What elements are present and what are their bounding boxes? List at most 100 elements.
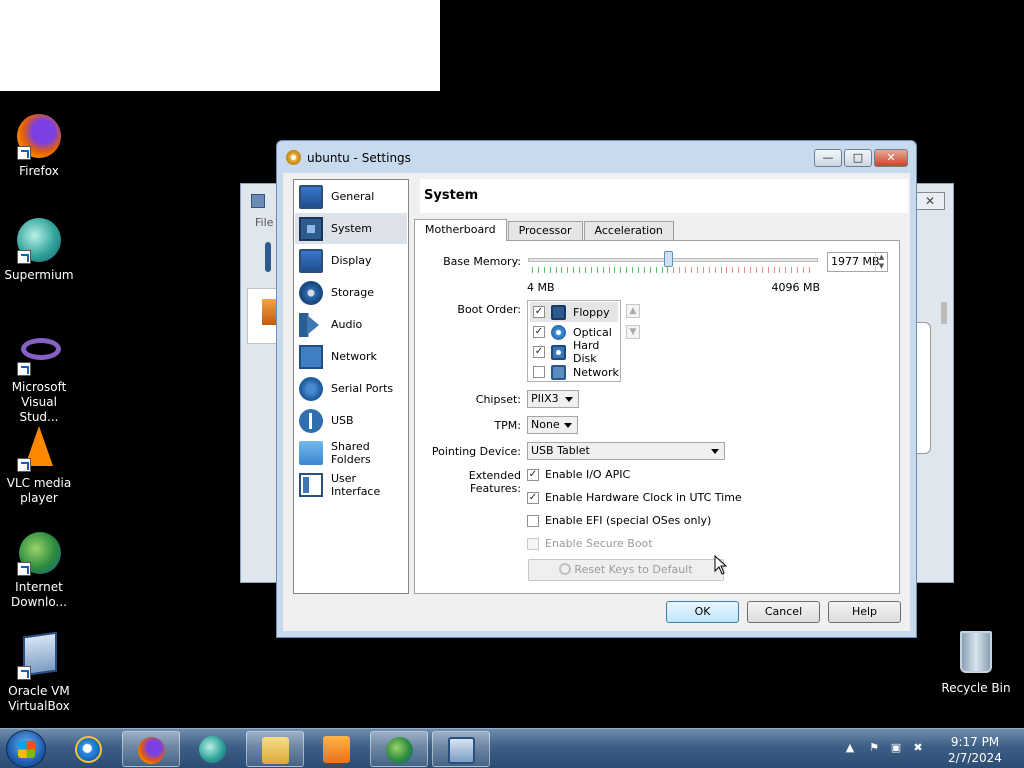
checkbox-label: Enable Hardware Clock in UTC Time: [545, 491, 742, 504]
memory-value: 1977 MB: [831, 255, 880, 268]
boot-checkbox-optical[interactable]: ✓: [533, 326, 545, 338]
settings-dialog[interactable]: ubuntu - Settings — □ ✕ General System D…: [276, 140, 917, 638]
vlc-cone-icon: [15, 424, 63, 472]
clock[interactable]: 9:17 PM 2/7/2024: [940, 734, 1010, 766]
taskbar-item-media-player[interactable]: [308, 731, 366, 767]
taskbar-item-internet-explorer[interactable]: [60, 731, 118, 767]
checkbox-box: [527, 537, 539, 550]
hard-disk-icon: [551, 344, 566, 360]
boot-checkbox-network[interactable]: [533, 366, 545, 378]
memory-slider-thumb[interactable]: [663, 251, 673, 267]
floppy-icon: [551, 304, 566, 320]
sidebar-item-label: System: [331, 222, 373, 235]
checkbox-box[interactable]: ✓: [527, 491, 539, 504]
sidebar-item-audio[interactable]: Audio: [295, 309, 407, 340]
volume-muted-icon[interactable]: ✖: [910, 741, 926, 757]
mouse-cursor-icon: [714, 554, 728, 575]
taskbar-item-virtualbox[interactable]: [432, 731, 490, 767]
tpm-select[interactable]: None: [527, 416, 578, 434]
settings-sidebar: General System Display Storage Audio Net…: [293, 179, 409, 594]
sidebar-item-user-interface[interactable]: User Interface: [295, 469, 407, 500]
reset-keys-label: Reset Keys to Default: [574, 563, 693, 576]
settings-gear-icon: [286, 150, 301, 165]
sidebar-item-shared-folders[interactable]: Shared Folders: [295, 437, 407, 468]
internet-download-manager-icon: [386, 737, 413, 764]
boot-checkbox-hard-disk[interactable]: ✓: [533, 346, 545, 358]
optical-disc-icon: [551, 324, 566, 340]
desktop-icon-internet-download-manager[interactable]: Internet Downlo...: [0, 528, 78, 610]
title-bar[interactable]: ubuntu - Settings — □ ✕: [277, 141, 916, 175]
scrollbar[interactable]: [941, 302, 947, 324]
ok-button[interactable]: OK: [666, 601, 739, 623]
show-hidden-icons-icon[interactable]: ▲: [842, 741, 858, 757]
internet-explorer-icon: [75, 736, 102, 763]
desktop-icon-visual-studio[interactable]: Microsoft Visual Stud...: [0, 328, 78, 425]
speaker-icon: [299, 312, 323, 337]
boot-item-network[interactable]: Network: [530, 362, 619, 382]
utc-clock-checkbox[interactable]: ✓ Enable Hardware Clock in UTC Time: [527, 491, 742, 504]
close-button[interactable]: ✕: [874, 149, 908, 167]
efi-checkbox[interactable]: Enable EFI (special OSes only): [527, 514, 711, 527]
taskbar-item-internet-download-manager[interactable]: [370, 731, 428, 767]
boot-order-label: Boot Order:: [457, 303, 521, 316]
checkbox-label: Enable I/O APIC: [545, 468, 631, 481]
sidebar-item-storage[interactable]: Storage: [295, 277, 407, 308]
tab-motherboard[interactable]: Motherboard: [414, 219, 507, 241]
taskbar-item-firefox[interactable]: [122, 731, 180, 767]
tab-bar: Motherboard Processor Acceleration: [414, 219, 675, 241]
chipset-select[interactable]: PIIX3: [527, 390, 579, 408]
sidebar-item-label: Storage: [331, 286, 375, 299]
boot-item-floppy[interactable]: ✓ Floppy: [530, 302, 618, 322]
taskbar: ▲ ⚑ ▣ ✖ 9:17 PM 2/7/2024: [0, 728, 1024, 768]
help-button[interactable]: Help: [828, 601, 901, 623]
action-center-flag-icon[interactable]: ⚑: [866, 741, 882, 757]
section-header: System: [420, 179, 908, 213]
desktop-icon-vlc[interactable]: VLC media player: [0, 424, 78, 506]
menu-file[interactable]: File: [255, 216, 273, 229]
boot-order-list[interactable]: ✓ Floppy ✓ Optical ✓ Hard Disk Network: [527, 300, 621, 382]
sidebar-item-general[interactable]: General: [295, 181, 407, 212]
boot-item-label: Floppy: [573, 305, 610, 319]
motherboard-panel: Base Memory: 1977 MB ▲ ▼ 4 MB 4096 MB Boo…: [414, 240, 900, 594]
spin-arrows-icon[interactable]: ▲ ▼: [875, 253, 887, 271]
checkbox-box[interactable]: ✓: [527, 468, 539, 481]
desktop-icon-supermium[interactable]: Supermium: [0, 216, 78, 283]
sidebar-item-system[interactable]: System: [295, 213, 407, 244]
tab-acceleration[interactable]: Acceleration: [583, 221, 674, 240]
desktop-icon-firefox[interactable]: Firefox: [0, 112, 78, 179]
cancel-button[interactable]: Cancel: [747, 601, 820, 623]
desktop-icon-recycle-bin[interactable]: Recycle Bin: [938, 631, 1014, 695]
checkbox-label: Enable Secure Boot: [545, 537, 653, 550]
tab-processor[interactable]: Processor: [507, 221, 583, 240]
sidebar-item-label: Audio: [331, 318, 363, 331]
memory-min-label: 4 MB: [527, 281, 555, 294]
sidebar-item-serial-ports[interactable]: Serial Ports: [295, 373, 407, 404]
maximize-button[interactable]: □: [844, 149, 872, 167]
sidebar-item-display[interactable]: Display: [295, 245, 407, 276]
monitor-icon: [299, 184, 323, 209]
sidebar-item-network[interactable]: Network: [295, 341, 407, 372]
network-icon[interactable]: ▣: [888, 741, 904, 757]
memory-spinbox[interactable]: 1977 MB ▲ ▼: [827, 252, 888, 272]
move-down-button[interactable]: ▼: [626, 325, 640, 339]
boot-checkbox-floppy[interactable]: ✓: [533, 306, 545, 318]
close-button[interactable]: ✕: [915, 192, 945, 210]
desktop-icon-virtualbox[interactable]: Oracle VM VirtualBox: [0, 631, 78, 714]
memory-slider-track[interactable]: [528, 258, 818, 262]
tool-icon: [265, 242, 271, 272]
blank-window-region: [0, 0, 440, 91]
boot-item-hard-disk[interactable]: ✓ Hard Disk: [530, 339, 618, 365]
minimize-button[interactable]: —: [814, 149, 842, 167]
move-up-button[interactable]: ▲: [626, 304, 640, 318]
sidebar-item-usb[interactable]: USB: [295, 405, 407, 436]
clock-time: 9:17 PM: [950, 735, 1000, 749]
checkbox-box[interactable]: [527, 514, 539, 527]
visual-studio-icon: [15, 328, 63, 376]
start-button[interactable]: [6, 730, 46, 768]
taskbar-item-supermium[interactable]: [184, 731, 242, 767]
serial-port-icon: [299, 376, 323, 401]
pointing-device-select[interactable]: USB Tablet: [527, 442, 725, 460]
memory-slider-ticks: [532, 267, 815, 273]
taskbar-item-file-explorer[interactable]: [246, 731, 304, 767]
io-apic-checkbox[interactable]: ✓ Enable I/O APIC: [527, 468, 630, 481]
